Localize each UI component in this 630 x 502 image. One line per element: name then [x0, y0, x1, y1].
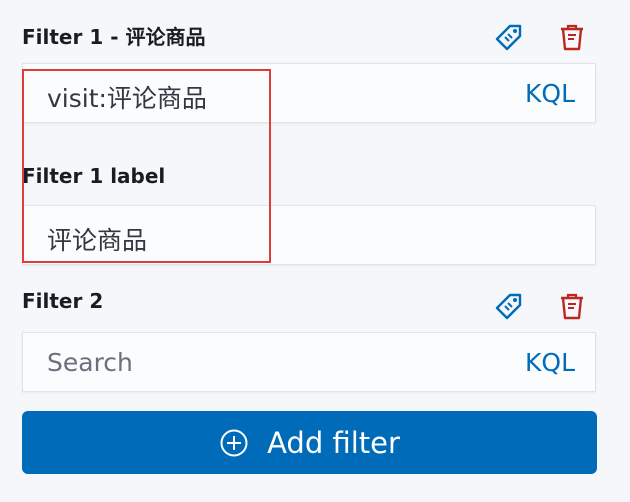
filter-1-label-input[interactable]: 评论商品: [22, 205, 596, 265]
filter-2-label-toggle[interactable]: [492, 289, 526, 323]
tag-icon: [495, 24, 522, 51]
tag-icon: [495, 293, 522, 320]
filter-1-query-input[interactable]: visit:评论商品 KQL: [22, 63, 596, 123]
filter-1-query-value: visit:评论商品: [47, 84, 207, 113]
add-filter-label: Add filter: [267, 425, 400, 460]
plus-circle-icon: [220, 429, 248, 456]
filter-2-query-placeholder: Search: [47, 348, 133, 377]
add-filter-button[interactable]: Add filter: [22, 411, 597, 474]
filter-1-label-toggle[interactable]: [492, 20, 526, 54]
filter-2-query-input[interactable]: Search KQL: [22, 332, 596, 392]
filter-1-title: Filter 1 - 评论商品: [22, 25, 206, 49]
trash-icon: [561, 24, 583, 51]
filters-panel: Filter 1 - 评论商品 visit:评论商品 KQL Filter 1 …: [0, 0, 630, 502]
filter-2-kql-button[interactable]: KQL: [525, 348, 575, 377]
filter-1-delete-button[interactable]: [555, 20, 589, 54]
filter-1-label-value: 评论商品: [47, 226, 148, 255]
trash-icon: [561, 293, 583, 320]
filter-2-title: Filter 2: [22, 289, 104, 313]
filter-1-kql-button[interactable]: KQL: [525, 79, 575, 108]
filter-1-label-title: Filter 1 label: [22, 164, 166, 188]
filter-2-delete-button[interactable]: [555, 289, 589, 323]
